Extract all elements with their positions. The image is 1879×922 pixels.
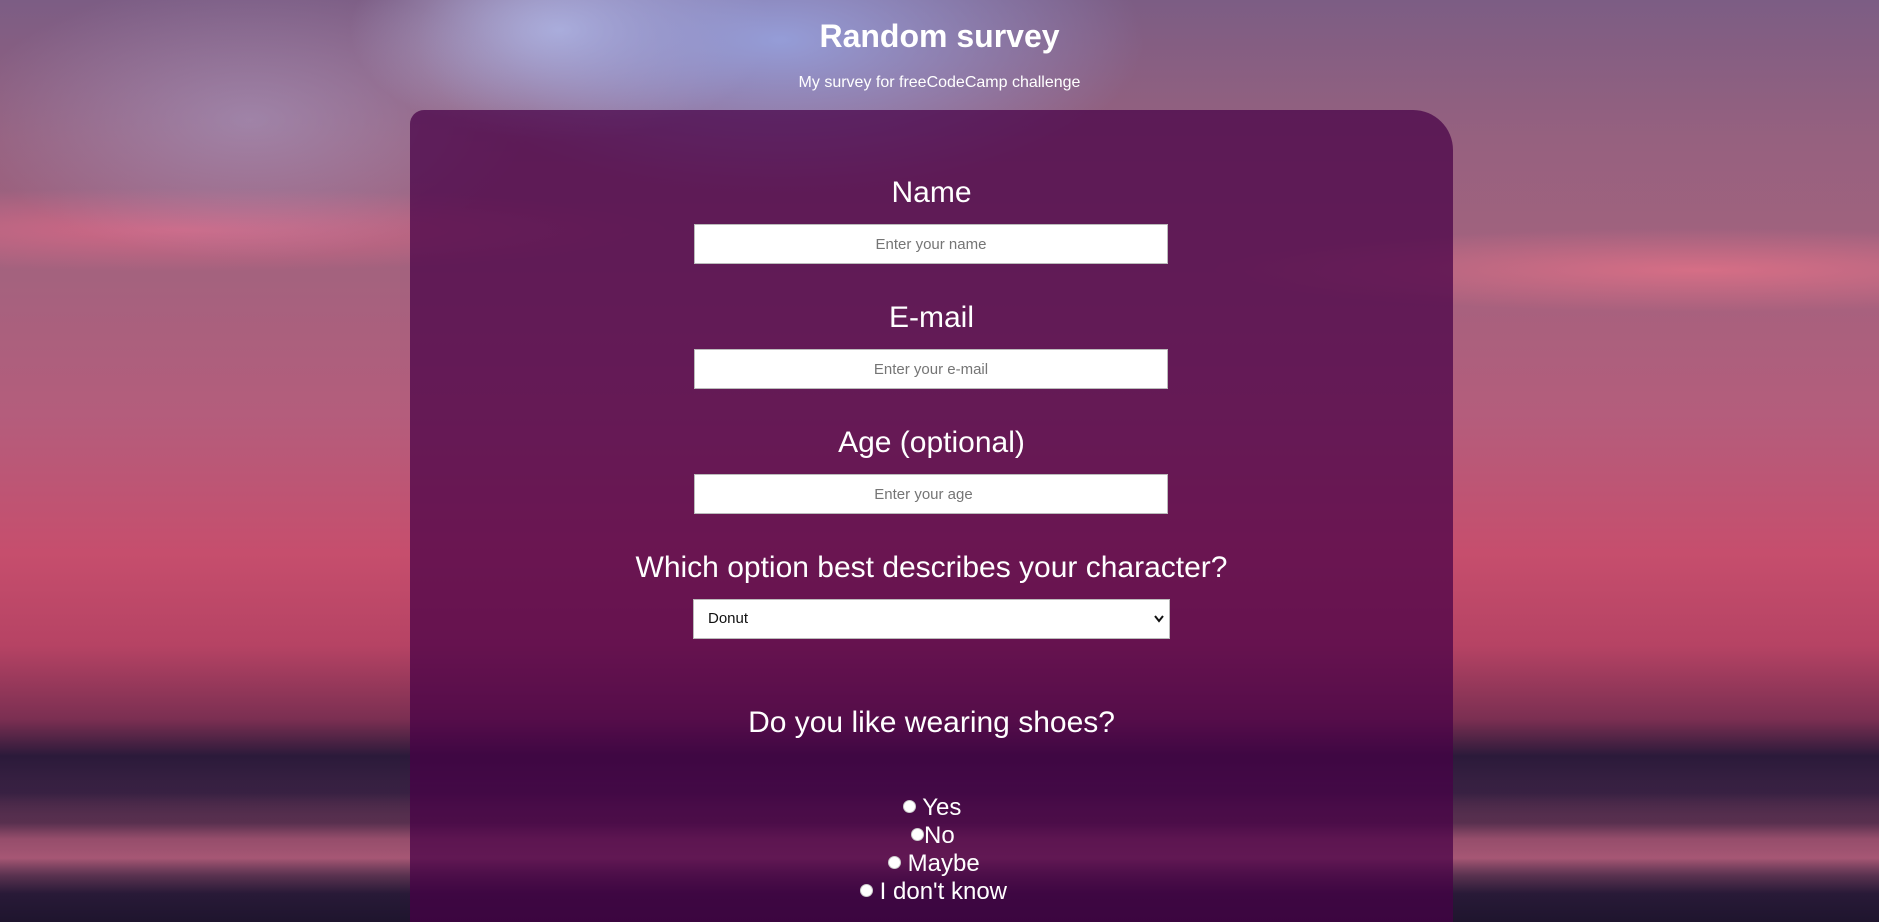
page-title: Random survey — [819, 18, 1060, 54]
radio-label-no: No — [924, 822, 955, 849]
shoes-label: Do you like wearing shoes? — [748, 706, 1115, 739]
radio-label-dont-know: I don't know — [879, 878, 1007, 905]
radio-label-maybe: Maybe — [907, 850, 980, 877]
radio-option-no[interactable]: No — [911, 822, 955, 850]
character-label: Which option best describes your charact… — [635, 551, 1228, 584]
radio-option-yes[interactable]: Yes — [903, 794, 961, 822]
radio-label-yes: Yes — [922, 794, 962, 821]
radio-button-icon[interactable] — [903, 800, 916, 813]
name-label: Name — [891, 176, 972, 209]
radio-button-icon[interactable] — [860, 884, 873, 897]
radio-button-icon[interactable] — [888, 856, 901, 869]
age-input[interactable] — [694, 474, 1168, 514]
survey-form: Name E-mail Age (optional) Which option … — [410, 110, 1453, 922]
email-input[interactable] — [694, 349, 1168, 389]
age-label: Age (optional) — [838, 426, 1025, 459]
character-select[interactable]: Donut — [693, 599, 1170, 639]
radio-option-dont-know[interactable]: I don't know — [860, 878, 1007, 906]
page-subtitle: My survey for freeCodeCamp challenge — [798, 74, 1081, 91]
email-label: E-mail — [888, 301, 974, 334]
radio-option-maybe[interactable]: Maybe — [888, 850, 980, 878]
page-header: Random survey My survey for freeCodeCamp… — [0, 0, 1879, 93]
name-input[interactable] — [694, 224, 1168, 264]
character-select-value: Donut — [708, 610, 749, 627]
radio-button-icon[interactable] — [911, 828, 924, 841]
chevron-down-icon — [1154, 615, 1164, 623]
